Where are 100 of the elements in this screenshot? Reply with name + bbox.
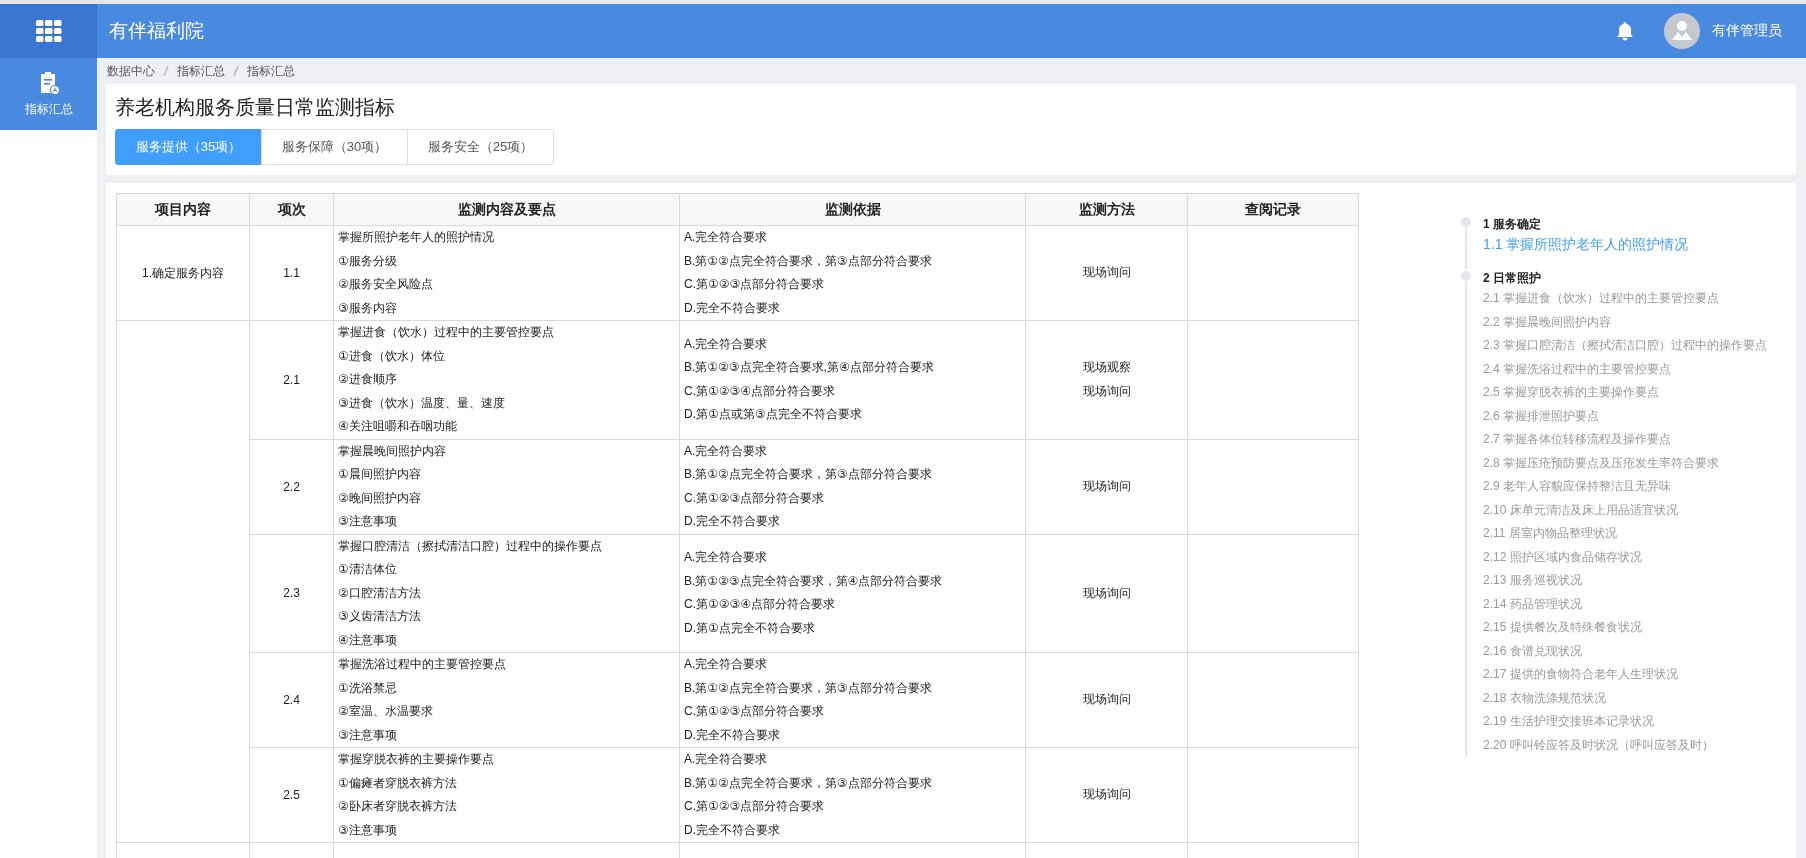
- monitoring-point: ②口腔清洁方法: [338, 584, 422, 602]
- method-text: 现场询问: [1081, 691, 1132, 709]
- monitoring-point: ④注意事项: [338, 631, 398, 649]
- toc-link[interactable]: 2.12 照护区域内食品储存状况: [1483, 545, 1781, 569]
- toc-link[interactable]: 2.13 服务巡视状况: [1483, 569, 1781, 593]
- monitoring-point: ③注意事项: [338, 513, 398, 530]
- column-header: 项目内容: [116, 193, 250, 226]
- apps-menu-button[interactable]: [0, 4, 97, 58]
- item-number: 2.4: [283, 693, 300, 707]
- column-header: 监测方法: [1025, 193, 1188, 226]
- criterion-text: D.完全不符合要求: [684, 299, 781, 317]
- criterion-text: D.第①点或第③点完全不符合要求: [684, 406, 863, 424]
- criterion-text: D.第①点完全不符合要求: [684, 619, 816, 637]
- criterion-text: A.完全符合要求: [684, 229, 769, 246]
- monitoring-point: ①清洁体位: [338, 561, 398, 578]
- sidebar-item-label: 指标汇总: [24, 100, 73, 118]
- monitoring-point: ④关注咀嚼和吞咽功能: [338, 418, 458, 435]
- item-number: 2.5: [283, 788, 300, 802]
- toc-link[interactable]: 1.1 掌握所照护老年人的照护情况: [1483, 233, 1781, 255]
- monitoring-point: ③服务内容: [338, 299, 398, 317]
- item-number: 1.1: [283, 266, 300, 280]
- toc-link[interactable]: 2.7 掌握各体位转移流程及操作要点: [1483, 428, 1781, 452]
- monitoring-point: ②室温、水温要求: [338, 703, 434, 720]
- breadcrumb-item[interactable]: 指标汇总: [177, 62, 225, 80]
- user-avatar-icon[interactable]: [1664, 13, 1700, 49]
- monitoring-point: ①偏瘫者穿脱衣裤方法: [338, 774, 458, 792]
- toc-link[interactable]: 2.14 药品管理状况: [1483, 592, 1781, 616]
- toc-section-title[interactable]: 1 服务确定: [1483, 215, 1781, 233]
- monitoring-point: 掌握进食（饮水）过程中的主要管控要点: [338, 324, 555, 341]
- criterion-text: B.第①②③点完全符合要求,第④点部分符合要求: [684, 359, 935, 377]
- app-title: 有伴福利院: [108, 19, 204, 43]
- monitoring-point: ①洗浴禁忌: [338, 679, 398, 697]
- monitoring-point: 掌握所照护老年人的照护情况: [338, 229, 495, 246]
- criterion-text: C.第①②③点部分符合要求: [684, 798, 826, 815]
- category-text: 1.确定服务内容: [142, 265, 224, 280]
- criterion-text: A.完全符合要求: [684, 335, 769, 353]
- criterion-text: B.第①②点完全符合要求，第③点部分符合要求: [684, 466, 933, 483]
- criterion-text: A.完全符合要求: [684, 656, 769, 673]
- criterion-text: A.完全符合要求: [684, 442, 769, 460]
- monitoring-point: ③义齿清洁方法: [338, 608, 422, 625]
- item-number: 2.3: [283, 586, 300, 601]
- breadcrumb-separator-icon: [163, 65, 169, 77]
- tab[interactable]: 服务安全（25项）: [407, 129, 554, 165]
- toc-link[interactable]: 2.2 掌握晨晚间照护内容: [1483, 310, 1781, 334]
- column-header: 监测依据: [679, 193, 1026, 226]
- monitoring-point: ②进食顺序: [338, 371, 398, 388]
- column-header: 监测内容及要点: [333, 193, 680, 226]
- criterion-text: A.完全符合要求: [684, 549, 769, 567]
- notification-bell-icon[interactable]: [1616, 21, 1634, 41]
- column-header: 查阅记录: [1187, 193, 1359, 226]
- user-name[interactable]: 有伴管理员: [1712, 22, 1782, 40]
- monitoring-point: ②卧床者穿脱衣裤方法: [338, 798, 458, 815]
- monitoring-point: ①晨间照护内容: [338, 466, 422, 483]
- criterion-text: C.第①②③点部分符合要求: [684, 703, 826, 720]
- toc-link[interactable]: 2.9 老年人容貌应保持整洁且无异味: [1483, 475, 1781, 499]
- monitoring-point: 掌握洗浴过程中的主要管控要点: [338, 656, 507, 673]
- criterion-text: B.第①②③点完全符合要求，第④点部分符合要求: [684, 572, 944, 590]
- breadcrumb-item[interactable]: 数据中心: [107, 62, 155, 80]
- toc-link[interactable]: 2.20 呼叫铃应答及时状况（呼叫应答及时）: [1483, 733, 1781, 757]
- tab[interactable]: 服务保障（30项）: [261, 129, 408, 165]
- criterion-text: D.完全不符合要求: [684, 726, 781, 744]
- criterion-text: C.第①②③点部分符合要求: [684, 276, 826, 293]
- monitoring-point: ①服务分级: [338, 252, 398, 270]
- toc-link[interactable]: 2.1 掌握进食（饮水）过程中的主要管控要点: [1483, 287, 1781, 311]
- method-text: 现场询问: [1081, 477, 1132, 495]
- grid-icon: [35, 20, 62, 42]
- method-text: 现场询问: [1081, 264, 1132, 282]
- breadcrumb-separator-icon: [233, 65, 239, 77]
- toc-link[interactable]: 2.15 提供餐次及特殊餐食状况: [1483, 616, 1781, 640]
- criterion-text: C.第①②③④点部分符合要求: [684, 596, 837, 614]
- monitoring-point: 掌握口腔清洁（擦拭清洁口腔）过程中的操作要点: [338, 537, 603, 555]
- method-text: 现场询问: [1081, 584, 1132, 602]
- toc-link[interactable]: 2.19 生活护理交接班本记录状况: [1483, 710, 1781, 734]
- monitoring-point: ③注意事项: [338, 821, 398, 839]
- monitoring-point: ②晚间照护内容: [338, 489, 422, 507]
- toc-link[interactable]: 2.11 居室内物品整理状况: [1483, 522, 1781, 546]
- item-number: 2.2: [283, 479, 300, 494]
- monitoring-point: ③进食（饮水）温度、量、速度: [338, 394, 506, 412]
- toc-link[interactable]: 2.8 掌握压疮预防要点及压疮发生率符合要求: [1483, 451, 1781, 475]
- criterion-text: D.完全不符合要求: [684, 513, 781, 530]
- toc-link[interactable]: 2.3 掌握口腔清洁（擦拭清洁口腔）过程中的操作要点: [1483, 334, 1781, 358]
- toc-link[interactable]: 2.4 掌握洗浴过程中的主要管控要点: [1483, 357, 1781, 381]
- criterion-text: D.完全不符合要求: [684, 821, 781, 839]
- criterion-text: B.第①②点完全符合要求，第③点部分符合要求: [684, 252, 933, 270]
- breadcrumb-item[interactable]: 指标汇总: [247, 62, 295, 80]
- monitoring-point: 掌握晨晚间照护内容: [338, 442, 447, 460]
- method-text: 现场观察: [1081, 359, 1132, 377]
- toc-link[interactable]: 2.10 床单元清洁及床上用品适宜状况: [1483, 498, 1781, 522]
- tab[interactable]: 服务提供（35项）: [115, 129, 262, 165]
- toc-link[interactable]: 2.5 掌握穿脱衣裤的主要操作要点: [1483, 381, 1781, 405]
- toc-link[interactable]: 2.16 食谱兑现状况: [1483, 639, 1781, 663]
- toc-link[interactable]: 2.6 掌握排泄照护要点: [1483, 404, 1781, 428]
- toc-link[interactable]: 2.17 提供的食物符合老年人生理状况: [1483, 663, 1781, 687]
- toc-section-title[interactable]: 2 日常照护: [1483, 269, 1781, 287]
- criterion-text: B.第①②点完全符合要求，第③点部分符合要求: [684, 774, 933, 792]
- column-header: 项次: [249, 193, 334, 226]
- toc-link[interactable]: 2.18 衣物洗涤规范状况: [1483, 686, 1781, 710]
- criterion-text: C.第①②③④点部分符合要求: [684, 382, 837, 400]
- criterion-text: C.第①②③点部分符合要求: [684, 489, 826, 507]
- sidebar-item[interactable]: 指标汇总: [0, 58, 97, 130]
